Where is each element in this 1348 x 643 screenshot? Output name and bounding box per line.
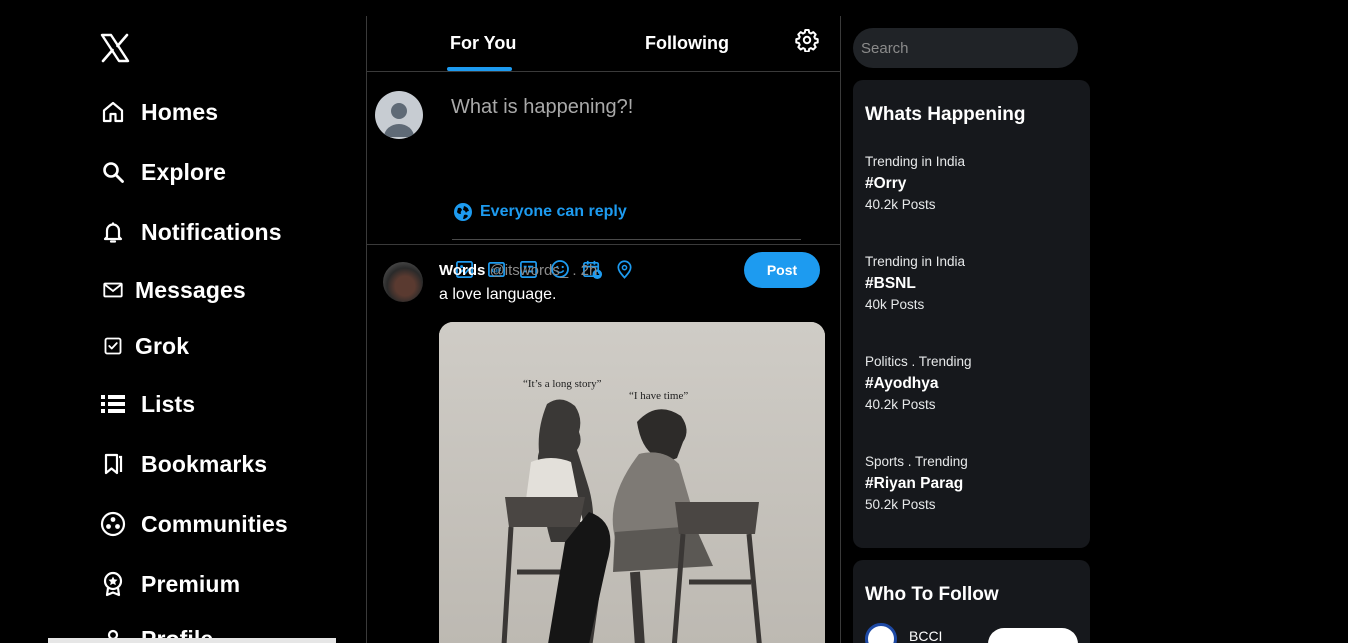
tweet-header: Words @itswords_ . 2h <box>439 262 597 279</box>
tab-following[interactable]: Following <box>645 33 729 54</box>
reply-setting-label: Everyone can reply <box>480 203 627 220</box>
gear-icon[interactable] <box>795 28 821 54</box>
nav-item-lists[interactable]: Lists <box>100 387 195 421</box>
nav-label-bookmarks: Bookmarks <box>141 450 268 477</box>
follow-button[interactable] <box>988 628 1078 643</box>
nav-label-messages: Messages <box>135 276 246 303</box>
communities-icon <box>100 511 126 537</box>
author-name[interactable]: Words <box>439 262 485 279</box>
trend-hashtag: #BSNL <box>865 275 916 292</box>
nav-item-notifications[interactable]: Notifications <box>100 215 282 249</box>
avatar[interactable] <box>375 91 423 139</box>
location-icon[interactable] <box>613 258 635 280</box>
who-to-follow-panel: Who To Follow BCCI <box>853 560 1090 643</box>
author-handle-time: @itswords_ . 2h <box>489 262 598 279</box>
compose-input[interactable] <box>451 96 791 119</box>
whats-happening-panel: Whats Happening Trending in India #Orry … <box>853 80 1090 548</box>
who-to-follow-title: Who To Follow <box>865 584 999 605</box>
whats-happening-title: Whats Happening <box>865 104 1026 125</box>
post-button[interactable]: Post <box>744 252 820 288</box>
horizontal-scrollbar[interactable] <box>48 638 336 643</box>
nav-label-explore: Explore <box>141 158 227 185</box>
active-tab-indicator <box>447 67 512 71</box>
follow-avatar[interactable] <box>865 623 897 643</box>
follow-account-name[interactable]: BCCI <box>909 628 942 643</box>
trend-hashtag: #Ayodhya <box>865 375 939 392</box>
author-avatar[interactable] <box>383 262 423 302</box>
nav-label-notifications: Notifications <box>141 218 282 245</box>
nav-label-lists: Lists <box>141 390 196 417</box>
trend-context: Politics . Trending <box>865 354 972 369</box>
search-icon <box>100 159 126 185</box>
tab-for-you[interactable]: For You <box>450 33 516 54</box>
envelope-icon <box>100 277 126 303</box>
nav-item-explore[interactable]: Explore <box>100 155 226 189</box>
image-caption-right: “I have time” <box>629 390 689 402</box>
feed-tabs: For You Following <box>367 16 840 72</box>
trend-item[interactable]: Sports . Trending #Riyan Parag 50.2k Pos… <box>865 454 968 512</box>
trend-count: 40.2k Posts <box>865 197 936 212</box>
sketch-illustration <box>439 322 825 643</box>
nav-item-messages[interactable]: Messages <box>100 273 246 307</box>
search-input[interactable] <box>853 28 1078 68</box>
home-icon <box>100 99 126 125</box>
trend-item[interactable]: Trending in India #BSNL 40k Posts <box>865 254 965 312</box>
reply-setting-button[interactable]: Everyone can reply <box>453 202 627 222</box>
trend-hashtag: #Orry <box>865 175 907 192</box>
trend-context: Sports . Trending <box>865 454 968 469</box>
trend-context: Trending in India <box>865 254 966 269</box>
trend-count: 50.2k Posts <box>865 497 936 512</box>
bookmark-icon <box>100 451 126 477</box>
nav-item-grok[interactable]: Grok <box>100 329 189 363</box>
nav-item-bookmarks[interactable]: Bookmarks <box>100 447 267 481</box>
tweet-text: a love language. <box>439 286 557 303</box>
nav-label-grok: Grok <box>135 332 190 359</box>
nav-label-premium: Premium <box>141 570 241 597</box>
nav-label-home: Homes <box>141 98 219 125</box>
image-caption-left: “It’s a long story” <box>523 378 602 390</box>
nav-item-premium[interactable]: Premium <box>100 567 240 601</box>
main-feed: For You Following Everyone can reply GIF <box>366 16 841 643</box>
tweet-composer: Everyone can reply GIF Post <box>367 72 840 288</box>
trend-item[interactable]: Trending in India #Orry 40.2k Posts <box>865 154 965 212</box>
bell-icon <box>100 219 126 245</box>
trend-count: 40.2k Posts <box>865 397 936 412</box>
grok-icon <box>100 333 126 359</box>
trend-context: Trending in India <box>865 154 966 169</box>
tweet-image[interactable]: “It’s a long story” “I have time” <box>439 322 825 643</box>
nav-item-communities[interactable]: Communities <box>100 507 288 541</box>
nav-item-home[interactable]: Homes <box>100 95 218 129</box>
x-logo-icon[interactable] <box>100 33 130 63</box>
composer-divider <box>452 239 801 240</box>
premium-icon <box>100 571 126 597</box>
trend-item[interactable]: Politics . Trending #Ayodhya 40.2k Posts <box>865 354 972 412</box>
globe-icon <box>453 202 473 222</box>
list-icon <box>100 391 126 417</box>
trend-hashtag: #Riyan Parag <box>865 475 964 492</box>
trend-count: 40k Posts <box>865 297 925 312</box>
nav-label-communities: Communities <box>141 510 288 537</box>
